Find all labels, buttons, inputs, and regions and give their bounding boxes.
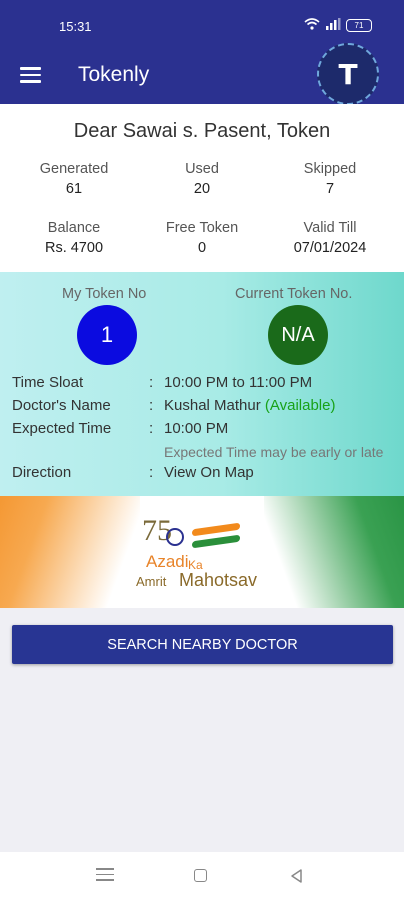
token-summary-card: Dear Sawai s. Pasent, Token Generated 61…: [0, 104, 404, 272]
greeting-text: Dear Sawai s. Pasent, Token: [73, 120, 331, 142]
availability-status: (Available): [264, 397, 336, 414]
stat-free-token: Free Token 0: [137, 220, 267, 256]
app-bar: 15:31 71 Tokenly T: [0, 0, 404, 105]
signal-icon: [325, 18, 341, 33]
token-status-panel: My Token No Current Token No. 1 N/A Time…: [0, 272, 404, 496]
azadi-emblem: 75 Azadi Ka Amrit Mahotsav: [136, 514, 276, 602]
row-label: Time Sloat: [12, 374, 84, 391]
emblem-word: Mahotsav: [179, 570, 258, 590]
stat-valid-till: Valid Till 07/01/2024: [265, 220, 395, 256]
recent-apps-icon[interactable]: [96, 868, 114, 884]
stat-value: 61: [65, 181, 83, 197]
status-icons: 71: [304, 18, 372, 33]
stat-value: 07/01/2024: [293, 240, 367, 256]
stat-value: Rs. 4700: [44, 240, 104, 256]
row-value: Kushal Mathur (Available): [164, 397, 335, 414]
stat-label: Balance: [47, 220, 101, 236]
status-time: 15:31: [59, 19, 92, 34]
stat-label: Valid Till: [303, 220, 357, 236]
stat-value: 0: [197, 240, 207, 256]
toolbar: Tokenly T: [0, 43, 404, 105]
stat-label: Used: [185, 161, 219, 177]
menu-icon[interactable]: [20, 67, 41, 83]
emblem-word: Amrit: [136, 574, 167, 589]
view-on-map-link[interactable]: View On Map: [164, 464, 254, 481]
home-icon[interactable]: [194, 869, 207, 882]
row-colon: :: [149, 420, 154, 437]
battery-icon: 71: [346, 19, 372, 32]
search-nearby-doctor-button[interactable]: SEARCH NEARBY DOCTOR: [12, 625, 393, 664]
row-colon: :: [149, 464, 154, 481]
row-colon: :: [149, 374, 154, 391]
row-label: Doctor's Name: [12, 397, 111, 414]
flag-stripe-saffron: [192, 522, 240, 537]
flag-stripe-green: [192, 534, 240, 549]
current-token-label: Current Token No.: [235, 286, 353, 302]
stat-skipped: Skipped 7: [265, 161, 395, 197]
row-value: 10:00 PM: [164, 420, 229, 437]
banner-orange-wave: [0, 496, 140, 608]
stat-label: Free Token: [165, 220, 239, 236]
logo-letter: T: [338, 57, 358, 91]
stat-value: 20: [193, 181, 211, 197]
wifi-icon: [304, 18, 320, 33]
stat-value: 7: [325, 181, 335, 197]
app-logo: T: [317, 43, 379, 105]
back-icon[interactable]: [289, 868, 307, 884]
row-label: Direction: [12, 464, 72, 481]
stat-generated: Generated 61: [9, 161, 139, 197]
current-token-number: N/A: [268, 305, 328, 365]
row-value: 10:00 PM to 11:00 PM: [164, 374, 313, 391]
stat-balance: Balance Rs. 4700: [9, 220, 139, 256]
emblem-word: Azadi: [146, 552, 189, 571]
azadi-banner: 75 Azadi Ka Amrit Mahotsav: [0, 496, 404, 608]
stat-used: Used 20: [137, 161, 267, 197]
chakra-icon: [166, 528, 184, 546]
app-title: Tokenly: [78, 63, 150, 86]
row-label: Expected Time: [12, 420, 112, 437]
my-token-label: My Token No: [62, 286, 147, 302]
expected-time-note: Expected Time may be early or late: [164, 444, 384, 460]
row-colon: :: [149, 397, 154, 414]
stat-label: Generated: [39, 161, 109, 177]
my-token-number: 1: [77, 305, 137, 365]
system-nav-bar: [0, 852, 404, 900]
doctor-name: Kushal Mathur: [164, 397, 261, 414]
banner-green-wave: [264, 496, 404, 608]
stat-label: Skipped: [303, 161, 357, 177]
